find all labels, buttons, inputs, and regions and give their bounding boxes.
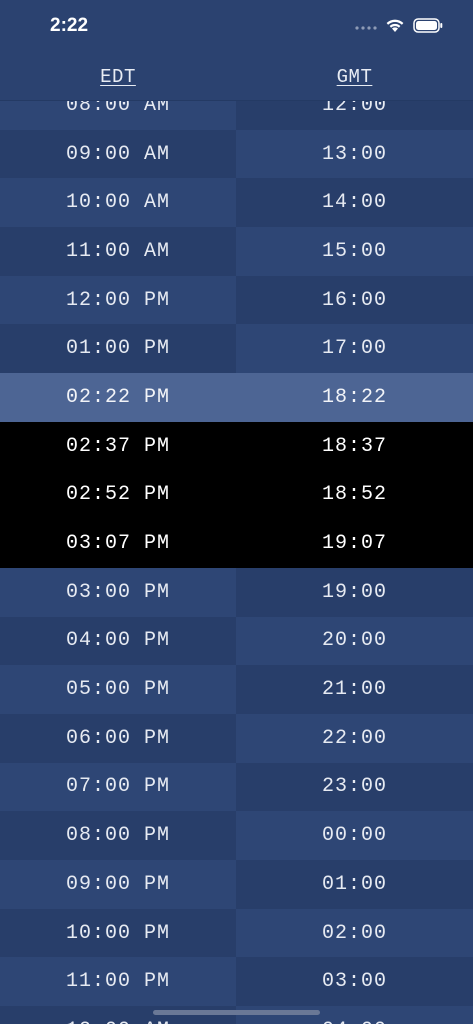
current-time-row[interactable]: 02:22 PM 18:22 [0,373,473,422]
local-time-cell: 06:00 PM [0,713,236,763]
gmt-time-cell: 04:00 [236,1006,473,1024]
time-row[interactable]: 12:00 AM04:00 [0,1006,473,1024]
time-table[interactable]: 08:00 AM 12:00 09:00 AM 13:00 10:00 AM 14:00 1… [0,81,473,1024]
status-icons [355,18,443,38]
local-time-cell: 02:52 PM [0,470,236,520]
gmt-time-cell: 00:00 [236,811,473,860]
status-bar: 2:22 [0,0,473,52]
gmt-time-cell: 18:37 [236,421,473,471]
gmt-time-cell: 21:00 [236,665,473,714]
gmt-time-cell: 14:00 [236,178,473,228]
gmt-time-cell: 19:07 [236,519,473,568]
time-row[interactable]: 08:00 PM 00:00 [0,811,473,860]
time-row[interactable]: 07:00 PM 23:00 [0,762,473,812]
local-time-cell: 09:00 AM [0,129,236,179]
gmt-time-cell: 19:00 [236,567,473,617]
home-indicator[interactable] [153,1010,320,1015]
signal-icon [355,19,377,37]
gmt-time-cell: 02:00 [236,908,473,958]
local-zone-header[interactable]: EDT [0,66,236,88]
time-row[interactable]: 09:00 AM 13:00 [0,129,473,179]
time-row[interactable]: 09:00 PM 01:00 [0,860,473,909]
local-time-cell: 10:00 PM [0,908,236,958]
local-time-cell: 11:00 PM [0,957,236,1007]
time-row[interactable]: 10:00 PM 02:00 [0,908,473,958]
gmt-time-cell: 17:00 [236,324,473,374]
upcoming-time-row[interactable]: 02:37 PM 18:37 [0,421,473,471]
time-row[interactable]: 01:00 PM 17:00 [0,324,473,374]
column-header: EDT GMT [0,52,473,101]
local-time-cell: 04:00 PM [0,616,236,666]
gmt-time-cell: 03:00 [236,957,473,1007]
time-row[interactable]: 11:00 AM 15:00 [0,227,473,276]
gmt-time-cell: 20:00 [236,616,473,666]
time-row[interactable]: 10:00 AM 14:00 [0,178,473,228]
time-row[interactable]: 12:00 PM 16:00 [0,275,473,325]
local-time-cell: 12:00 AM [0,1006,236,1024]
local-time-cell: 07:00 PM [0,762,236,812]
wifi-icon [385,18,405,38]
local-time-cell: 11:00 AM [0,227,236,276]
gmt-time-cell: 18:22 [236,373,473,422]
status-time: 2:22 [50,15,89,36]
upcoming-time-row[interactable]: 02:52 PM 18:52 [0,470,473,520]
local-time-cell: 01:00 PM [0,324,236,374]
gmt-zone-header[interactable]: GMT [236,66,473,88]
local-time-cell: 05:00 PM [0,665,236,714]
local-time-cell: 02:37 PM [0,421,236,471]
time-row[interactable]: 03:00 PM 19:00 [0,567,473,617]
gmt-time-cell: 23:00 [236,762,473,812]
upcoming-time-row[interactable]: 03:07 PM 19:07 [0,519,473,568]
time-row[interactable]: 04:00 PM 20:00 [0,616,473,666]
app-screen: 2:22 EDT GMT 08:00 AM 12:00 09:00 AM 13:… [0,0,473,1024]
local-time-cell: 10:00 AM [0,178,236,228]
gmt-time-cell: 13:00 [236,129,473,179]
gmt-time-cell: 22:00 [236,713,473,763]
time-row[interactable]: 11:00 PM 03:00 [0,957,473,1007]
gmt-time-cell: 18:52 [236,470,473,520]
gmt-time-cell: 01:00 [236,860,473,909]
local-time-cell: 03:07 PM [0,519,236,568]
battery-icon [413,18,443,38]
local-time-cell: 08:00 PM [0,811,236,860]
local-time-cell: 02:22 PM [0,373,236,422]
time-row[interactable]: 05:00 PM 21:00 [0,665,473,714]
gmt-time-cell: 16:00 [236,275,473,325]
time-row[interactable]: 06:00 PM 22:00 [0,713,473,763]
gmt-time-cell: 15:00 [236,227,473,276]
local-time-cell: 12:00 PM [0,275,236,325]
local-time-cell: 03:00 PM [0,567,236,617]
local-time-cell: 09:00 PM [0,860,236,909]
